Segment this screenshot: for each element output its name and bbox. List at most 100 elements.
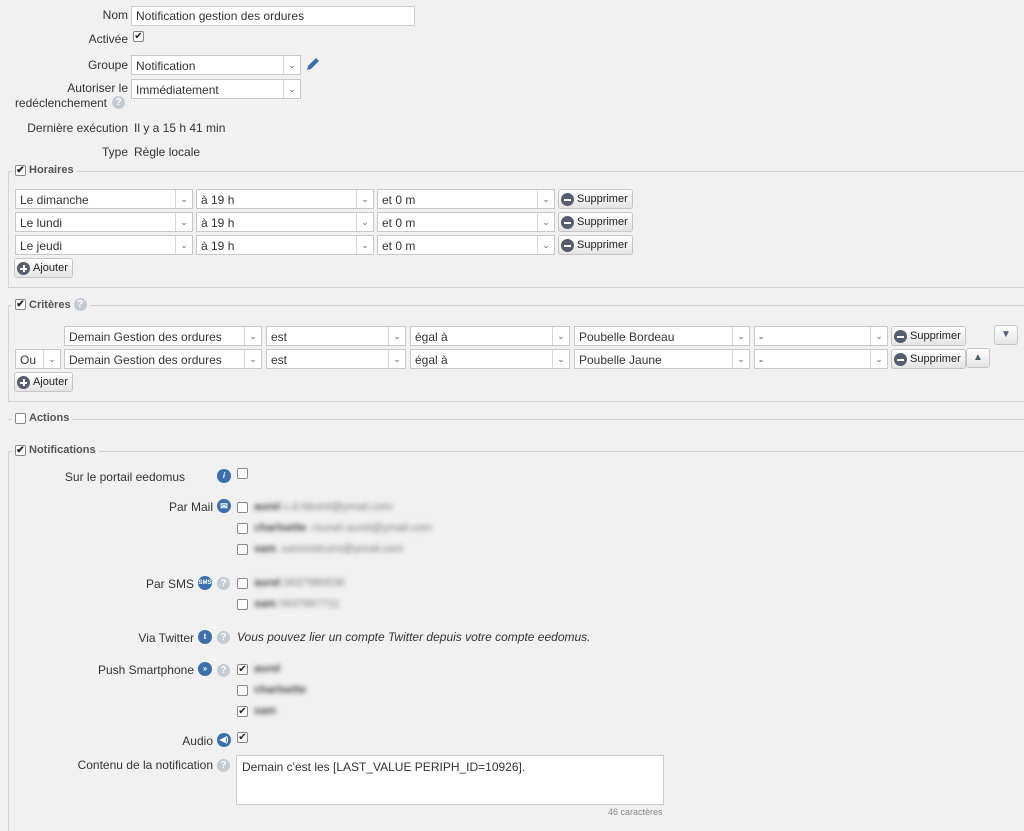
- horaire-day-value: Le lundi: [20, 216, 63, 230]
- mail-checkbox[interactable]: [237, 544, 248, 555]
- criteres-legend[interactable]: ✔ Critères ?: [12, 298, 90, 311]
- horaire-minute-value: et 0 m: [382, 239, 416, 253]
- activee-checkbox[interactable]: ✔: [133, 31, 144, 42]
- add-horaire-button[interactable]: Ajouter: [14, 258, 73, 278]
- groupe-label: Groupe: [87, 58, 128, 72]
- portail-checkbox[interactable]: [237, 468, 248, 479]
- critere-device-select[interactable]: Demain Gestion des ordures ⌄: [64, 326, 262, 346]
- notifications-checkbox[interactable]: ✔: [15, 444, 26, 456]
- chevron-down-icon: ⌄: [283, 56, 300, 74]
- horaire-minute-select[interactable]: et 0 m ⌄: [377, 212, 555, 232]
- critere-value-value: Poubelle Bordeau: [579, 330, 675, 344]
- twitter-icon: t: [198, 630, 212, 644]
- chevron-down-icon: ⌄: [244, 350, 261, 368]
- add-critere-button[interactable]: Ajouter: [14, 372, 73, 392]
- horaire-minute-select[interactable]: et 0 m ⌄: [377, 189, 555, 209]
- groupe-value: Notification: [136, 59, 196, 73]
- critere-compare-select[interactable]: égal à ⌄: [410, 326, 570, 346]
- critere-verb-select[interactable]: est ⌄: [266, 326, 406, 346]
- autoriser-select[interactable]: Immédiatement ⌄: [131, 79, 301, 99]
- sms-label: Par SMS: [145, 577, 194, 591]
- horaires-checkbox[interactable]: ✔: [15, 164, 26, 176]
- critere-op-select[interactable]: Ou ⌄: [15, 349, 61, 369]
- critere-compare-value: égal à: [415, 330, 448, 344]
- remove-label: Supprimer: [577, 193, 628, 205]
- horaires-legend[interactable]: ✔ Horaires: [12, 164, 77, 176]
- plus-icon: [17, 261, 30, 275]
- horaire-day-select[interactable]: Le dimanche ⌄: [15, 189, 193, 209]
- critere-extra-select[interactable]: - ⌄: [754, 326, 888, 346]
- twitter-text: Vous pouvez lier un compte Twitter depui…: [237, 630, 591, 644]
- horaire-day-select[interactable]: Le lundi ⌄: [15, 212, 193, 232]
- pencil-icon[interactable]: [305, 56, 321, 72]
- contenu-textarea[interactable]: Demain c'est les [LAST_VALUE PERIPH_ID=1…: [236, 755, 664, 805]
- push-checkbox[interactable]: ✔: [237, 664, 248, 675]
- audio-label: Audio: [182, 734, 213, 748]
- mail-label: Par Mail: [168, 500, 213, 514]
- actions-checkbox[interactable]: [15, 412, 26, 424]
- help-icon[interactable]: ?: [112, 96, 125, 109]
- move-up-button[interactable]: ▲: [966, 348, 990, 368]
- critere-extra-value: -: [759, 330, 763, 344]
- chevron-down-icon: ⌄: [356, 236, 373, 254]
- remove-label: Supprimer: [577, 239, 628, 251]
- help-icon[interactable]: ?: [73, 298, 87, 311]
- critere-value-select[interactable]: Poubelle Bordeau ⌄: [574, 326, 750, 346]
- nom-input[interactable]: Notification gestion des ordures: [131, 6, 415, 26]
- remove-horaire-button[interactable]: Supprimer: [558, 235, 633, 255]
- remove-horaire-button[interactable]: Supprimer: [558, 212, 633, 232]
- horaire-hour-select[interactable]: à 19 h ⌄: [196, 189, 374, 209]
- add-label: Ajouter: [33, 262, 68, 274]
- push-recipient: charlsette: [254, 684, 306, 696]
- speaker-icon: ◀): [217, 733, 231, 747]
- criteres-checkbox[interactable]: ✔: [15, 299, 26, 310]
- type-label: Type: [101, 145, 128, 159]
- groupe-select[interactable]: Notification ⌄: [131, 55, 301, 75]
- remove-horaire-button[interactable]: Supprimer: [558, 189, 633, 209]
- minus-icon: [894, 329, 907, 343]
- help-icon[interactable]: ?: [217, 664, 230, 677]
- nom-label: Nom: [102, 8, 128, 22]
- char-count: 46 caractères: [608, 807, 663, 817]
- horaire-day-select[interactable]: Le jeudi ⌄: [15, 235, 193, 255]
- help-icon[interactable]: ?: [217, 631, 230, 644]
- sms-checkbox[interactable]: [237, 578, 248, 589]
- help-icon[interactable]: ?: [217, 759, 230, 772]
- sms-icon: SMS: [198, 576, 212, 590]
- push-recipient: aurel: [254, 663, 281, 675]
- audio-checkbox[interactable]: ✔: [237, 732, 248, 743]
- critere-compare-select[interactable]: égal à ⌄: [410, 349, 570, 369]
- chevron-down-icon: ⌄: [732, 327, 749, 345]
- notifications-divider: [8, 451, 1024, 452]
- minus-icon: [894, 352, 907, 366]
- push-icon: »: [198, 662, 212, 676]
- move-down-button[interactable]: ▼: [994, 325, 1018, 345]
- horaire-hour-select[interactable]: à 19 h ⌄: [196, 235, 374, 255]
- remove-critere-button[interactable]: Supprimer: [891, 349, 966, 369]
- mail-checkbox[interactable]: [237, 502, 248, 513]
- horaire-minute-value: et 0 m: [382, 216, 416, 230]
- sms-checkbox[interactable]: [237, 599, 248, 610]
- mail-checkbox[interactable]: [237, 523, 248, 534]
- remove-critere-button[interactable]: Supprimer: [891, 326, 966, 346]
- push-checkbox[interactable]: [237, 685, 248, 696]
- horaire-minute-select[interactable]: et 0 m ⌄: [377, 235, 555, 255]
- remove-label: Supprimer: [910, 353, 961, 365]
- critere-extra-select[interactable]: - ⌄: [754, 349, 888, 369]
- notifications-legend[interactable]: ✔ Notifications: [12, 444, 99, 456]
- critere-device-value: Demain Gestion des ordures: [69, 330, 222, 344]
- horaire-hour-value: à 19 h: [201, 239, 235, 253]
- horaire-day-value: Le jeudi: [20, 239, 63, 253]
- help-icon[interactable]: ?: [217, 577, 230, 590]
- critere-value-select[interactable]: Poubelle Jaune ⌄: [574, 349, 750, 369]
- criteres-title: Critères: [29, 298, 71, 311]
- push-checkbox[interactable]: ✔: [237, 706, 248, 717]
- chevron-down-icon: ⌄: [356, 213, 373, 231]
- critere-device-select[interactable]: Demain Gestion des ordures ⌄: [64, 349, 262, 369]
- push-label: Push Smartphone: [97, 663, 194, 677]
- critere-op-value: Ou: [20, 353, 37, 367]
- critere-verb-select[interactable]: est ⌄: [266, 349, 406, 369]
- push-recipient: sam: [254, 705, 277, 717]
- horaire-hour-select[interactable]: à 19 h ⌄: [196, 212, 374, 232]
- actions-legend[interactable]: Actions: [12, 412, 73, 424]
